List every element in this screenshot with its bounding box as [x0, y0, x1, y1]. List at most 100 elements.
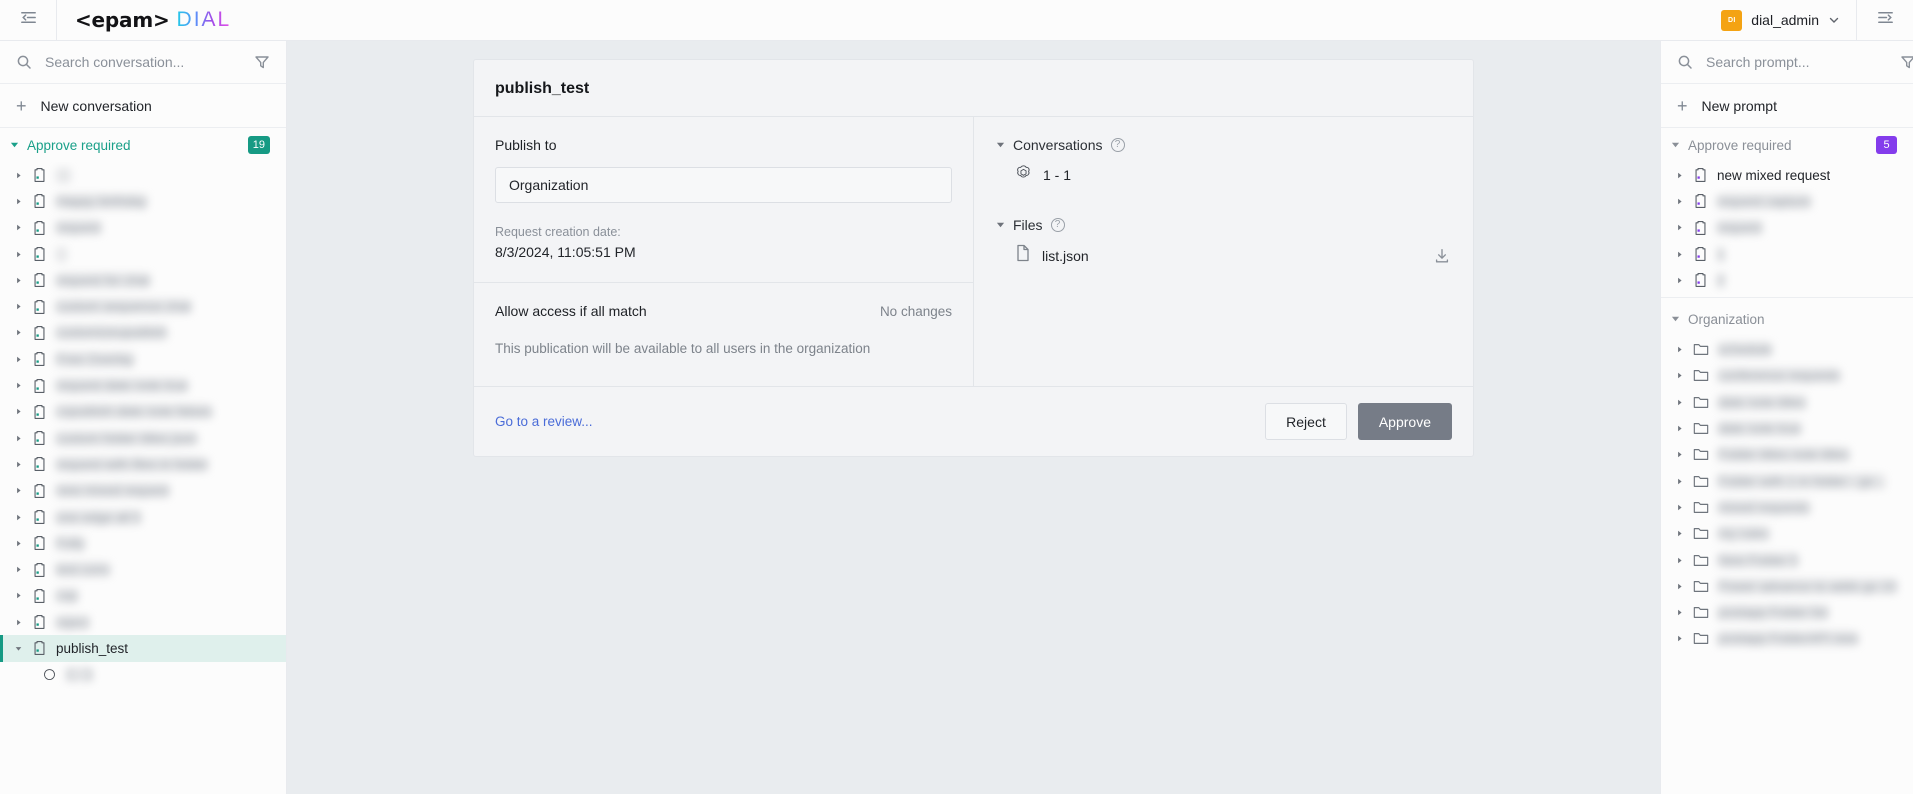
approve-required-section-header[interactable]: Approve required 19 [0, 128, 286, 162]
caret-right-icon[interactable] [14, 224, 23, 231]
conversation-tree-item[interactable]: request [0, 215, 286, 241]
folder-icon [1693, 631, 1709, 646]
new-conversation-button[interactable]: + New conversation [0, 84, 286, 128]
caret-right-icon[interactable] [1675, 372, 1684, 379]
conversation-tree-item[interactable]: Free Overlay [0, 346, 286, 372]
new-prompt-button[interactable]: + New prompt [1661, 84, 1913, 128]
caret-right-icon[interactable] [14, 251, 23, 258]
prompt-tree-item[interactable]: new mixed request [1661, 162, 1913, 188]
organization-folder-item[interactable]: conference requests [1661, 363, 1913, 389]
filter-icon[interactable] [254, 54, 270, 70]
caret-right-icon[interactable] [14, 566, 23, 573]
caret-right-icon[interactable] [14, 514, 23, 521]
caret-right-icon[interactable] [14, 356, 23, 363]
caret-right-icon[interactable] [14, 329, 23, 336]
organization-folder-item[interactable]: postapp FolderAPI new [1661, 626, 1913, 652]
folder-icon [1693, 395, 1709, 410]
organization-folder-item[interactable]: Power advance to adds go 10 [1661, 573, 1913, 599]
publish-to-select[interactable]: Organization [495, 167, 952, 203]
organization-folder-item[interactable]: Folder titles note titles [1661, 442, 1913, 468]
caret-right-icon[interactable] [1675, 399, 1684, 406]
download-icon[interactable] [1433, 247, 1451, 265]
caret-right-icon[interactable] [1675, 346, 1684, 353]
organization-folder-item[interactable]: New Folder 5 [1661, 547, 1913, 573]
conversations-group-header[interactable]: Conversations ? [996, 137, 1451, 153]
conversation-tree-item[interactable]: Folly [0, 530, 286, 556]
go-to-review-link[interactable]: Go to a review... [495, 414, 1265, 429]
organization-folder-item[interactable]: postapp Folder list [1661, 599, 1913, 625]
conversation-tree-item[interactable]: custom sequence chat [0, 293, 286, 319]
caret-right-icon[interactable] [14, 198, 23, 205]
caret-right-icon[interactable] [1675, 172, 1684, 179]
caret-right-icon[interactable] [14, 382, 23, 389]
caret-right-icon[interactable] [1675, 277, 1684, 284]
prompt-tree-item[interactable]: 1 [1661, 241, 1913, 267]
prompt-tree-item[interactable]: request capture [1661, 188, 1913, 214]
conversation-tree-item[interactable]: publish_test [0, 635, 286, 662]
caret-right-icon[interactable] [1675, 224, 1684, 231]
conversation-tree-item[interactable]: reject [0, 609, 286, 635]
caret-right-icon[interactable] [14, 435, 23, 442]
help-icon[interactable]: ? [1050, 218, 1065, 232]
organization-folder-item[interactable]: my rules [1661, 521, 1913, 547]
caret-down-icon[interactable] [14, 645, 23, 652]
collapse-right-panel-button[interactable] [1856, 0, 1913, 40]
caret-right-icon[interactable] [1675, 478, 1684, 485]
conversation-tree-item[interactable]: customizeupublish [0, 320, 286, 346]
caret-right-icon[interactable] [1675, 425, 1684, 432]
search-prompt-input[interactable] [1706, 54, 1887, 70]
conversation-tree-item[interactable]: request for chat [0, 267, 286, 293]
caret-right-icon[interactable] [1675, 609, 1684, 616]
organization-folder-item[interactable]: mixed requests [1661, 494, 1913, 520]
conversation-tree-item[interactable]: request with files in folder [0, 451, 286, 477]
organization-folder-item[interactable]: date note titles [1661, 389, 1913, 415]
caret-right-icon[interactable] [14, 487, 23, 494]
caret-right-icon[interactable] [1675, 530, 1684, 537]
prompt-tree-item[interactable]: request [1661, 215, 1913, 241]
conversation-tree-item[interactable]: test conv [0, 556, 286, 582]
prompt-tree-item[interactable]: 2 [1661, 267, 1913, 293]
search-conversation-input[interactable] [45, 54, 241, 70]
caret-right-icon[interactable] [1675, 451, 1684, 458]
conversation-tree-item[interactable]: one edge all 5 [0, 504, 286, 530]
caret-right-icon[interactable] [14, 619, 23, 626]
organization-folder-item[interactable]: schedule [1661, 336, 1913, 362]
conversation-tree-item[interactable] [0, 241, 286, 267]
caret-right-icon[interactable] [1675, 635, 1684, 642]
help-icon[interactable]: ? [1110, 138, 1125, 152]
caret-right-icon[interactable] [14, 592, 23, 599]
conversation-list-item[interactable]: 1 - 1 [996, 155, 1451, 195]
caret-right-icon[interactable] [14, 172, 23, 179]
organization-folder-item[interactable]: date note true [1661, 415, 1913, 441]
conversation-tree-item[interactable]: custom folder titles json [0, 425, 286, 451]
conversation-tree-item[interactable]: request date note true [0, 372, 286, 398]
conversation-tree-child-item[interactable]: 1 - 1 [0, 662, 286, 688]
new-prompt-label: New prompt [1701, 97, 1777, 114]
caret-right-icon[interactable] [1675, 198, 1684, 205]
organization-folder-item[interactable]: Folder with 1 in folder - go .. [1661, 468, 1913, 494]
conversation-tree-item[interactable]: cop [0, 583, 286, 609]
files-group-header[interactable]: Files ? [996, 217, 1451, 233]
caret-right-icon[interactable] [1675, 251, 1684, 258]
filter-icon[interactable] [1900, 54, 1913, 70]
caret-right-icon[interactable] [14, 461, 23, 468]
file-list-item[interactable]: list.json [996, 235, 1451, 276]
caret-right-icon[interactable] [14, 277, 23, 284]
caret-right-icon[interactable] [14, 540, 23, 547]
conversation-tree-item[interactable]: copublish date note falses [0, 399, 286, 425]
organization-section-header[interactable]: Organization [1661, 302, 1913, 336]
reject-button[interactable]: Reject [1265, 403, 1347, 440]
approve-button[interactable]: Approve [1357, 403, 1452, 440]
caret-right-icon[interactable] [1675, 583, 1684, 590]
collapse-left-panel-button[interactable] [0, 0, 57, 40]
user-menu-button[interactable]: DI dial_admin [1705, 0, 1856, 40]
caret-right-icon[interactable] [1675, 557, 1684, 564]
caret-right-icon[interactable] [14, 303, 23, 310]
conversation-tree-item[interactable] [0, 162, 286, 188]
prompt-approve-required-section-header[interactable]: Approve required 5 [1661, 128, 1913, 162]
caret-right-icon[interactable] [1675, 504, 1684, 511]
conversation-tree-item-label: request for chat [56, 272, 150, 288]
conversation-tree-item[interactable]: new mixed request [0, 478, 286, 504]
conversation-tree-item[interactable]: Happy birthday [0, 188, 286, 214]
caret-right-icon[interactable] [14, 408, 23, 415]
